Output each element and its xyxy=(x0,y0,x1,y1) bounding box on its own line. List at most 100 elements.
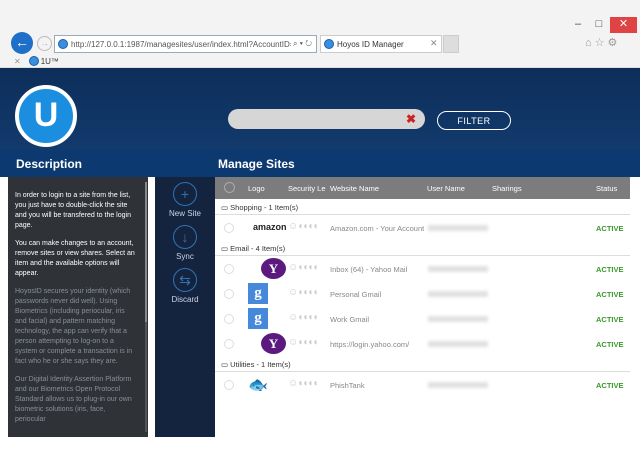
col-security[interactable]: Security Le xyxy=(288,184,326,193)
status-badge: ACTIVE xyxy=(596,381,624,390)
user-name-blurred xyxy=(428,291,488,297)
group-header[interactable]: ▭ Email - 4 Item(s) xyxy=(215,241,630,256)
search-input[interactable] xyxy=(228,109,425,129)
tab-favicon-icon xyxy=(324,39,334,49)
sync-label: Sync xyxy=(176,252,194,261)
manage-sites-title: Manage Sites xyxy=(218,157,295,171)
collapse-icon[interactable]: ▭ xyxy=(221,203,230,212)
security-level-icon: ☺◖◖◖◖ xyxy=(288,221,318,232)
favorite-icon xyxy=(28,56,39,66)
discard-button[interactable]: ⇆ Discard xyxy=(155,268,215,304)
col-sharings[interactable]: Sharings xyxy=(492,184,522,193)
description-p2: You can make changes to an account, remo… xyxy=(15,240,135,277)
security-level-icon: ☺◖◖◖◖ xyxy=(288,312,318,323)
section-bar xyxy=(0,150,640,177)
collapse-icon[interactable]: ▭ xyxy=(221,360,230,369)
status-badge: ACTIVE xyxy=(596,224,624,233)
google-logo-icon: g xyxy=(248,308,268,329)
status-badge: ACTIVE xyxy=(596,265,624,274)
discard-label: Discard xyxy=(171,295,199,304)
row-radio[interactable] xyxy=(224,339,234,349)
security-level-icon: ☺◖◖◖◖ xyxy=(288,337,318,348)
col-user[interactable]: User Name xyxy=(427,184,465,193)
hoyos-logo: U xyxy=(15,85,77,147)
website-name: PhishTank xyxy=(330,381,365,390)
sync-button[interactable]: ↓ Sync xyxy=(155,225,215,261)
filter-button[interactable]: FILTER xyxy=(437,111,511,130)
group-label: Shopping - 1 Item(s) xyxy=(230,203,299,212)
row-radio[interactable] xyxy=(224,380,234,390)
website-name: Personal Gmail xyxy=(330,290,382,299)
close-window-button[interactable]: ✕ xyxy=(610,17,637,33)
user-name-blurred xyxy=(428,341,488,347)
security-level-icon: ☺◖◖◖◖ xyxy=(288,287,318,298)
amazon-logo-icon: amazon xyxy=(253,222,287,232)
table-header: Logo Security Le Website Name User Name … xyxy=(215,177,630,199)
status-badge: ACTIVE xyxy=(596,315,624,324)
collapse-icon[interactable]: ▭ xyxy=(221,244,230,253)
select-all-radio[interactable] xyxy=(224,182,235,193)
clear-search-icon[interactable]: ✖ xyxy=(406,112,416,126)
group-label: Utilities - 1 Item(s) xyxy=(230,360,291,369)
status-badge: ACTIVE xyxy=(596,290,624,299)
user-name-blurred xyxy=(428,225,488,231)
scrollbar-thumb[interactable] xyxy=(145,182,147,322)
table-row[interactable]: g ☺◖◖◖◖ Work Gmail ACTIVE xyxy=(215,307,630,331)
table-row[interactable]: g ☺◖◖◖◖ Personal Gmail ACTIVE xyxy=(215,282,630,306)
table-row[interactable]: Y ☺◖◖◖◖ Inbox (64) - Yahoo Mail ACTIVE xyxy=(215,257,630,281)
col-website[interactable]: Website Name xyxy=(330,184,379,193)
group-label: Email - 4 Item(s) xyxy=(230,244,286,253)
col-status[interactable]: Status xyxy=(596,184,617,193)
yahoo-logo-icon: Y xyxy=(261,333,286,354)
plus-icon: + xyxy=(173,182,197,206)
back-button[interactable]: ← xyxy=(11,32,33,54)
address-bar[interactable]: http://127.0.0.1:1987/managesites/user/i… xyxy=(54,35,317,53)
google-logo-icon: g xyxy=(248,283,268,304)
group-header[interactable]: ▭ Utilities - 1 Item(s) xyxy=(215,357,630,372)
table-row[interactable]: Y ☺◖◖◖◖ https://login.yahoo.com/ ACTIVE xyxy=(215,332,630,356)
col-logo[interactable]: Logo xyxy=(248,184,265,193)
website-name: Amazon.com - Your Account xyxy=(330,224,425,233)
status-badge: ACTIVE xyxy=(596,340,624,349)
yahoo-logo-icon: Y xyxy=(261,258,286,279)
row-radio[interactable] xyxy=(224,314,234,324)
close-tab-icon[interactable]: ✕ xyxy=(430,38,438,49)
site-favicon-icon xyxy=(58,39,68,49)
user-name-blurred xyxy=(428,382,488,388)
new-site-label: New Site xyxy=(168,209,201,218)
row-radio[interactable] xyxy=(224,223,234,233)
url-text: http://127.0.0.1:1987/managesites/user/i… xyxy=(71,40,303,49)
description-p4: Our Digital Identity Assertion Platform … xyxy=(15,376,132,423)
minimize-button[interactable]: – xyxy=(567,18,589,32)
user-name-blurred xyxy=(428,266,488,272)
favorites-bar: ✕ 1U™ xyxy=(14,56,59,66)
table-row[interactable]: amazon ☺◖◖◖◖ Amazon.com - Your Account A… xyxy=(215,216,630,240)
browser-tab[interactable]: Hoyos ID Manager xyxy=(320,35,442,53)
home-star-gear-icons[interactable]: ⌂☆⚙ xyxy=(585,36,620,49)
tab-title: Hoyos ID Manager xyxy=(337,40,404,49)
website-name: Inbox (64) - Yahoo Mail xyxy=(330,265,408,274)
table-row[interactable]: 🐟 ☺◖◖◖◖ PhishTank ACTIVE xyxy=(215,373,630,397)
group-header[interactable]: ▭ Shopping - 1 Item(s) xyxy=(215,200,630,215)
description-panel: In order to login to a site from the lis… xyxy=(8,177,148,437)
row-radio[interactable] xyxy=(224,289,234,299)
favorite-link[interactable]: 1U™ xyxy=(41,57,59,66)
forward-button[interactable]: → xyxy=(37,36,52,51)
new-site-button[interactable]: + New Site xyxy=(155,182,215,218)
row-radio[interactable] xyxy=(224,264,234,274)
security-level-icon: ☺◖◖◖◖ xyxy=(288,378,318,389)
search-refresh-icon[interactable]: ⌕ ▾ ↻ xyxy=(290,39,312,49)
website-name: https://login.yahoo.com/ xyxy=(330,340,410,349)
sync-icon: ↓ xyxy=(173,225,197,249)
maximize-button[interactable]: □ xyxy=(588,18,610,32)
close-favbar-icon[interactable]: ✕ xyxy=(14,57,21,66)
user-name-blurred xyxy=(428,316,488,322)
security-level-icon: ☺◖◖◖◖ xyxy=(288,262,318,273)
description-title: Description xyxy=(16,157,83,171)
description-p1: In order to login to a site from the lis… xyxy=(15,192,131,229)
new-tab-button[interactable] xyxy=(443,35,459,53)
browser-chrome xyxy=(0,0,640,68)
discard-icon: ⇆ xyxy=(173,268,197,292)
description-p3: HoyosID secures your identity (which pas… xyxy=(15,288,133,365)
website-name: Work Gmail xyxy=(330,315,370,324)
